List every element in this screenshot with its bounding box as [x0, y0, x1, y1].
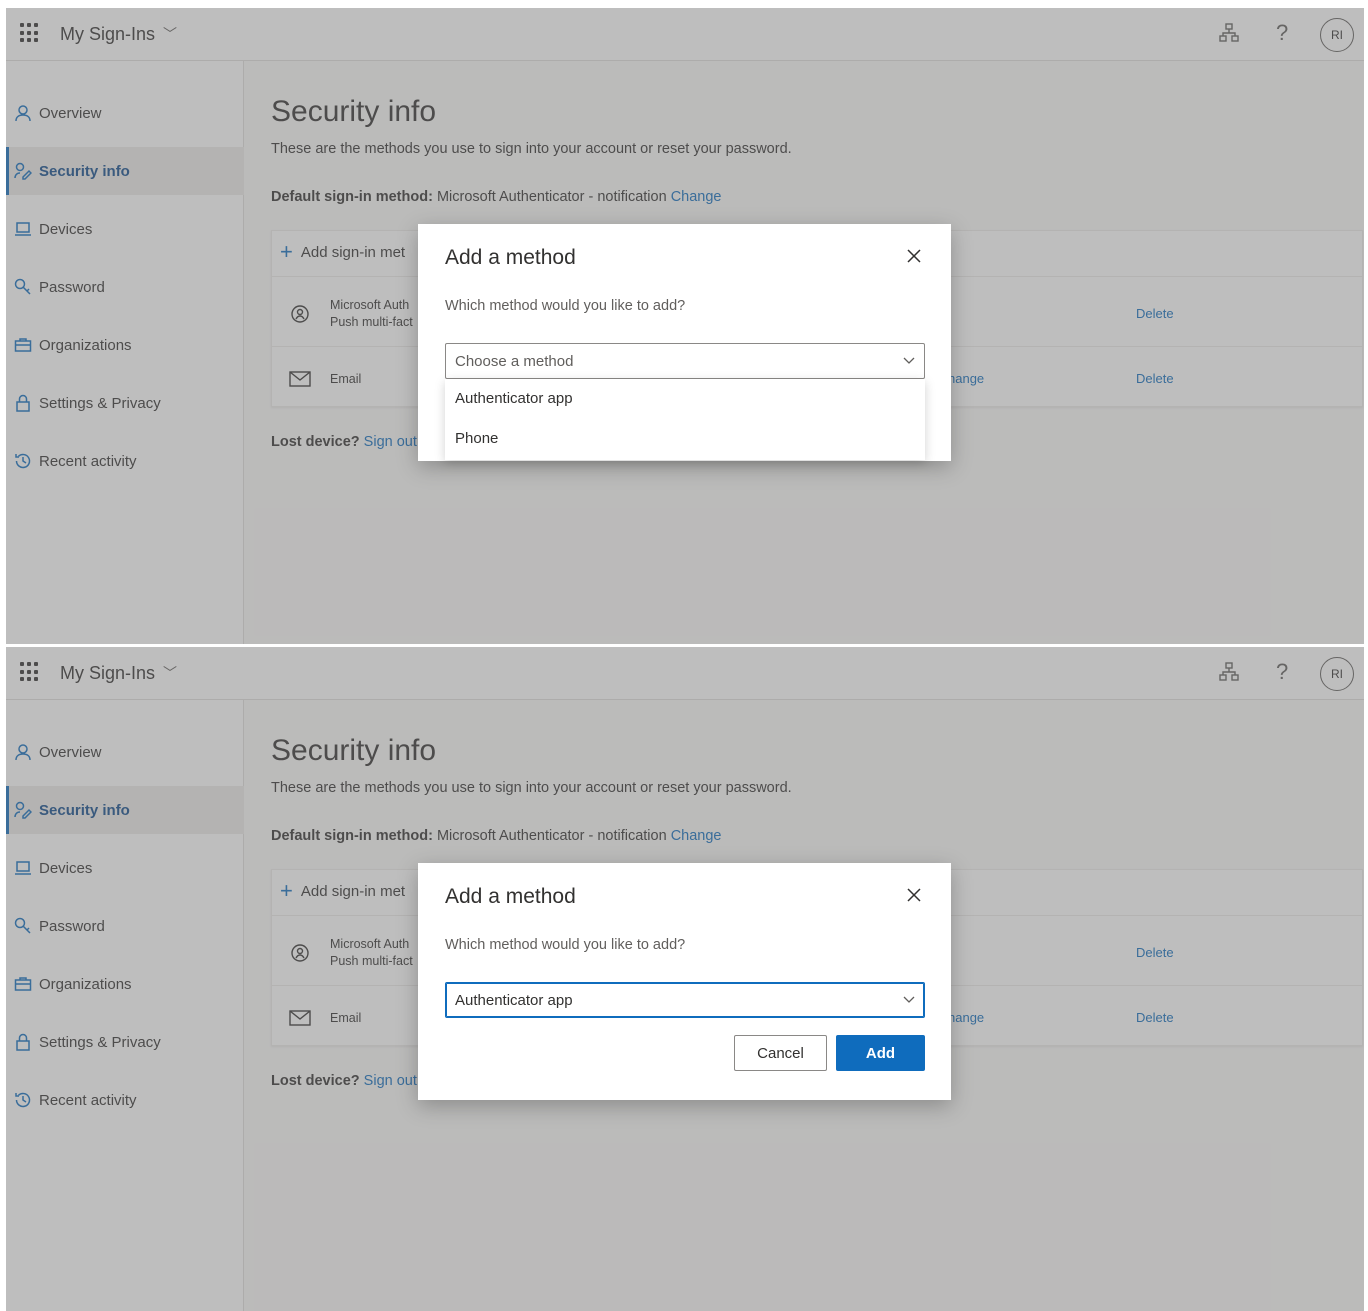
close-icon[interactable]: [904, 246, 924, 266]
screen-method-selected: My Sign-Ins ﹀ ? RI Overview Security inf…: [6, 647, 1364, 1311]
select-value: Authenticator app: [455, 992, 573, 1009]
cancel-button[interactable]: Cancel: [734, 1035, 827, 1071]
add-button[interactable]: Add: [836, 1035, 925, 1071]
close-icon[interactable]: [904, 885, 924, 905]
dialog-question: Which method would you like to add?: [445, 298, 686, 314]
dialog-question: Which method would you like to add?: [445, 937, 686, 953]
chevron-down-icon: [903, 357, 915, 364]
add-method-dialog: Add a method Which method would you like…: [418, 863, 951, 1100]
add-method-dialog: Add a method Which method would you like…: [418, 224, 951, 461]
page: My Sign-Ins ﹀ ? RI Overview Security inf…: [0, 0, 1368, 1311]
method-dropdown: Authenticator app Phone: [445, 379, 925, 460]
method-select[interactable]: Authenticator app: [445, 982, 925, 1018]
dialog-title: Add a method: [445, 885, 576, 908]
screen-dropdown-open: My Sign-Ins ﹀ ? RI Overview Security inf…: [6, 8, 1364, 644]
chevron-down-icon: [903, 996, 915, 1003]
option-authenticator-app[interactable]: Authenticator app: [445, 379, 925, 419]
dialog-title: Add a method: [445, 246, 576, 269]
select-placeholder: Choose a method: [455, 353, 574, 370]
option-phone[interactable]: Phone: [445, 419, 925, 459]
method-select[interactable]: Choose a method: [445, 343, 925, 379]
